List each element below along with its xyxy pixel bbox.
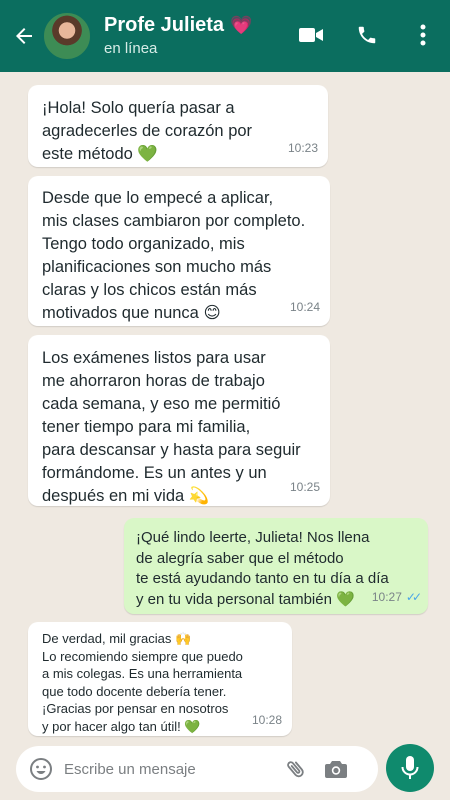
emoji-icon[interactable] bbox=[26, 754, 56, 784]
attach-icon[interactable] bbox=[282, 755, 310, 783]
contact-name: Profe Julieta bbox=[104, 14, 225, 36]
camera-icon[interactable] bbox=[322, 755, 350, 783]
message-time: 10:28 bbox=[251, 712, 282, 727]
message-bubble[interactable]: ¡Hola! Solo quería pasar a agradecerles … bbox=[28, 85, 328, 167]
contact-info[interactable]: Profe Julieta 💗 en línea bbox=[104, 13, 252, 59]
message-text: Desde que lo empecé a aplicar, mis clase… bbox=[42, 189, 306, 322]
avatar[interactable] bbox=[42, 11, 92, 61]
back-arrow-icon[interactable] bbox=[6, 18, 42, 54]
dizzy-emoji: 💫 bbox=[188, 487, 210, 505]
message-text: Los exámenes listos para usar me ahorrar… bbox=[42, 349, 301, 505]
more-options-icon[interactable] bbox=[410, 22, 436, 48]
read-ticks-icon: ✓✓ bbox=[405, 589, 422, 604]
microphone-icon bbox=[401, 756, 419, 779]
message-bubble[interactable]: Los exámenes listos para usar me ahorrar… bbox=[28, 335, 330, 506]
heart-icon: 💗 bbox=[230, 15, 253, 35]
message-time: 10:27 bbox=[371, 589, 402, 604]
message-text: Lo recomiendo siempre que puedo a mis co… bbox=[42, 648, 243, 734]
smile-emoji: 😊 bbox=[203, 304, 221, 322]
chat-header: Profe Julieta 💗 en línea bbox=[0, 0, 450, 72]
contact-status: en línea bbox=[104, 40, 158, 57]
phone-icon[interactable] bbox=[354, 22, 380, 48]
message-bubble[interactable]: De verdad, mil gracias 🙌 Lo recomiendo s… bbox=[28, 622, 292, 736]
message-bubble[interactable]: Desde que lo empecé a aplicar, mis clase… bbox=[28, 176, 330, 326]
chat-area[interactable]: ¡Hola! Solo quería pasar a agradecerles … bbox=[0, 72, 450, 736]
message-time: 10:23 bbox=[287, 141, 318, 155]
raised-hands-emoji: 🙌 bbox=[174, 631, 192, 646]
green-heart-emoji: 💚 bbox=[184, 718, 201, 734]
green-heart-emoji: 💚 bbox=[336, 590, 355, 608]
message-composer bbox=[16, 746, 378, 792]
green-heart-emoji: 💚 bbox=[137, 145, 158, 163]
video-call-icon[interactable] bbox=[298, 22, 324, 48]
message-time: 10:24 bbox=[289, 300, 320, 314]
message-time: 10:25 bbox=[289, 480, 320, 494]
microphone-button[interactable] bbox=[386, 744, 434, 792]
message-input[interactable] bbox=[64, 760, 274, 778]
message-bubble-outgoing[interactable]: ¡Qué lindo leerte, Julieta! Nos llena de… bbox=[124, 518, 428, 614]
message-text: De verdad, mil gracias bbox=[42, 631, 172, 646]
